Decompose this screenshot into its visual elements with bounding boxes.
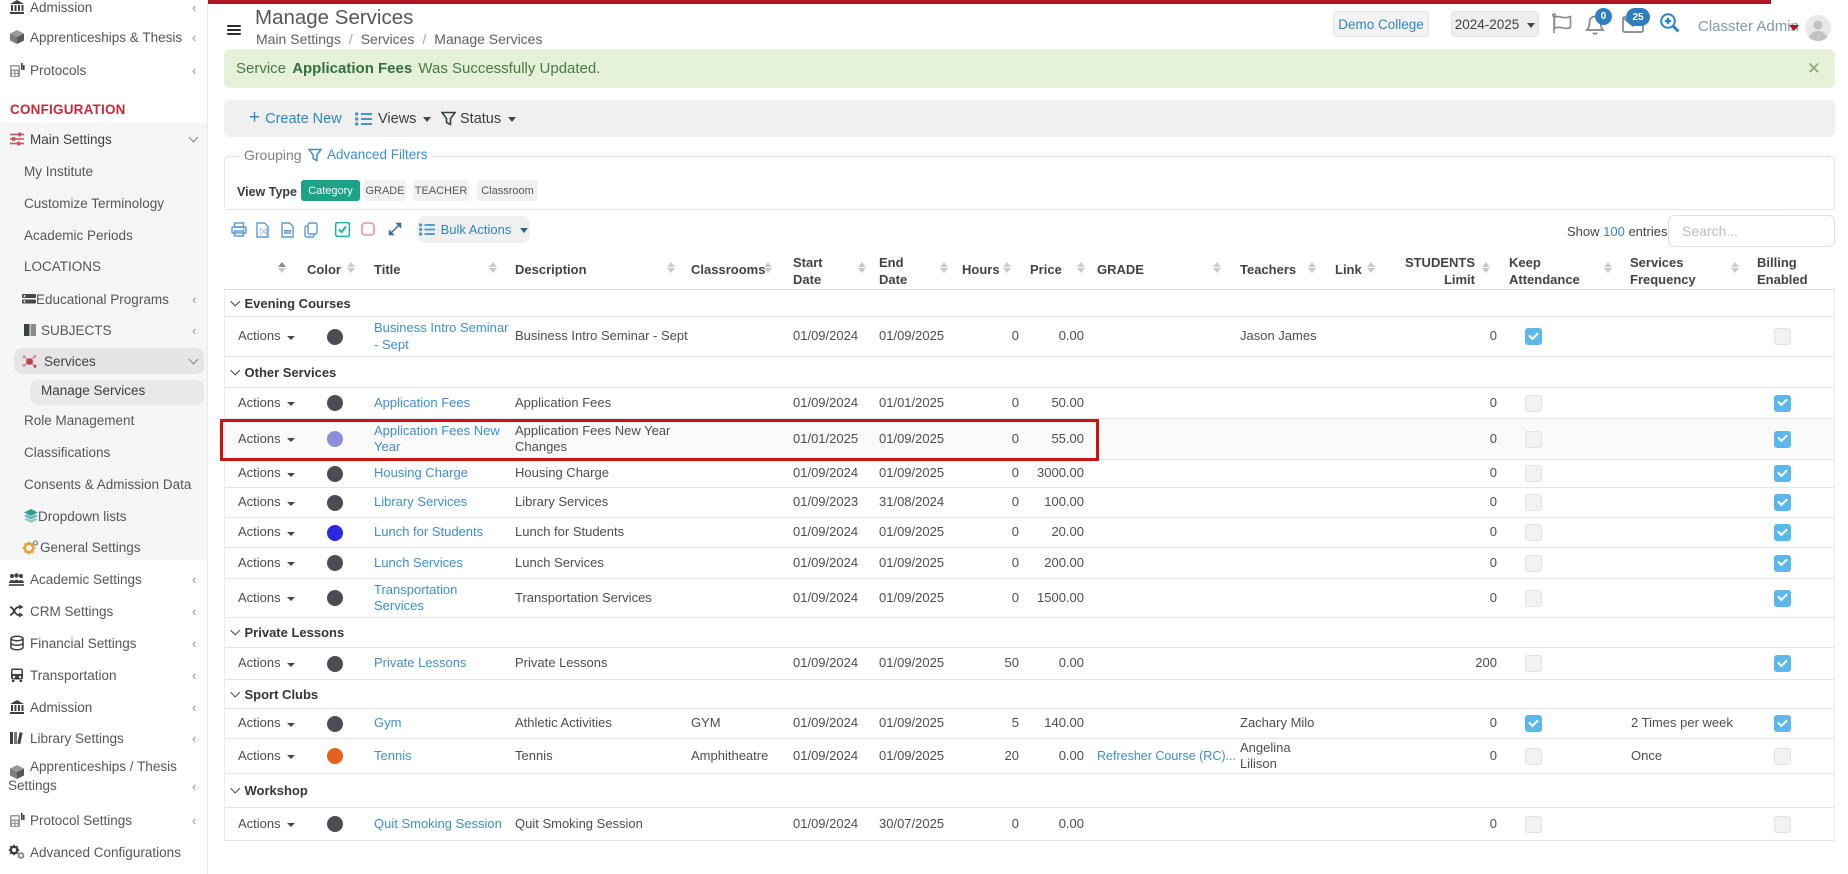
svg-text:CSV: CSV bbox=[285, 230, 293, 234]
svg-text:[x]: [x] bbox=[260, 229, 267, 236]
